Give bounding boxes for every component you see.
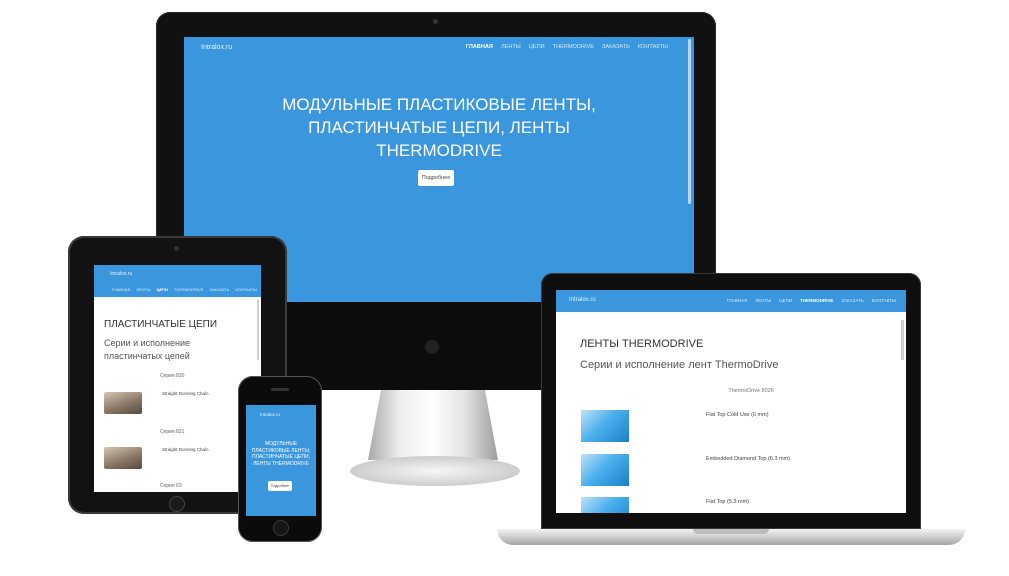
laptop-brand-link[interactable]: Intralox.ru	[569, 297, 596, 303]
tablet-home-button	[169, 496, 185, 512]
tablet-scrollbar[interactable]	[257, 300, 259, 360]
laptop-notch	[693, 529, 769, 534]
laptop-nav-order[interactable]: ЗАКАЗАТЬ	[841, 298, 863, 303]
phone-home-button	[273, 520, 289, 536]
desktop-more-button[interactable]: Подробнее	[418, 170, 454, 186]
desktop-nav-thermodrive[interactable]: THERMODRIVE	[553, 44, 594, 50]
tablet-navbar: ГЛАВНАЯ ЛЕНТЫ ЦЕПИ THERMODRIVE ЗАКАЗАТЬ …	[94, 283, 261, 297]
laptop-page-subtitle: Серии и исполнение лент ThermoDrive	[580, 359, 779, 371]
tablet-chain-name[interactable]: Straight Running Chain	[162, 391, 209, 396]
phone-screen: Intralox.ru МОДУЛЬНЫЕ ПЛАСТИКОВЫЕ ЛЕНТЫ,…	[246, 405, 316, 516]
tablet-brand-link[interactable]: Intralox.ru	[110, 271, 132, 277]
tablet-page-subtitle: Серии и исполнение пластинчатых цепей	[104, 338, 191, 361]
monitor-camera	[433, 19, 438, 24]
tablet-series-label: Серия 63	[160, 483, 182, 489]
laptop-nav-home[interactable]: ГЛАВНАЯ	[727, 298, 748, 303]
laptop-belt-image[interactable]	[581, 454, 629, 486]
desktop-hero-title: МОДУЛЬНЫЕ ПЛАСТИКОВЫЕ ЛЕНТЫ, ПЛАСТИНЧАТЫ…	[244, 93, 634, 162]
hero-line-3: THERMODRIVE	[376, 141, 502, 160]
tablet-nav-contacts[interactable]: КОНТАКТЫ	[235, 287, 257, 292]
tablet-screen: Intralox.ru ГЛАВНАЯ ЛЕНТЫ ЦЕПИ THERMODRI…	[94, 265, 261, 492]
tablet-header: Intralox.ru	[94, 265, 261, 283]
tablet-chain-name[interactable]: Straight Running Chain	[162, 447, 209, 452]
laptop-navbar: Intralox.ru ГЛАВНАЯ ЛЕНТЫ ЦЕПИ THERMODRI…	[556, 290, 906, 312]
tablet-series-label: Серия 820	[160, 373, 185, 379]
desktop-nav-menu: ГЛАВНАЯ ЛЕНТЫ ЦЕПИ THERMODRIVE ЗАКАЗАТЬ …	[466, 44, 668, 50]
laptop-nav-thermodrive[interactable]: THERMODRIVE	[800, 298, 833, 303]
tablet-nav-chains[interactable]: ЦЕПИ	[157, 287, 168, 292]
phone-brand-link[interactable]: Intralox.ru	[260, 412, 280, 417]
phone-hero-title: МОДУЛЬНЫЕ ПЛАСТИКОВЫЕ ЛЕНТЫ, ПЛАСТИНЧАТЫ…	[251, 441, 311, 467]
tablet-camera	[174, 246, 179, 251]
desktop-navbar: Intralox.ru ГЛАВНАЯ ЛЕНТЫ ЦЕПИ THERMODRI…	[184, 37, 694, 59]
laptop-page-title: ЛЕНТЫ THERMODRIVE	[580, 338, 704, 350]
laptop-series-label: ThermoDrive 8026	[728, 388, 774, 394]
hero-line-2: ПЛАСТИНЧАТЫЕ ЦЕПИ, ЛЕНТЫ	[308, 118, 570, 137]
phone-speaker	[271, 388, 289, 391]
tablet-chain-image[interactable]	[104, 392, 142, 414]
desktop-nav-belts[interactable]: ЛЕНТЫ	[501, 44, 521, 50]
phone-more-button[interactable]: Подробнее	[268, 481, 292, 491]
laptop-nav-contacts[interactable]: КОНТАКТЫ	[872, 298, 896, 303]
tablet-nav-home[interactable]: ГЛАВНАЯ	[112, 287, 130, 292]
desktop-scrollbar[interactable]	[688, 39, 691, 204]
desktop-brand-link[interactable]: Intralox.ru	[201, 44, 232, 51]
monitor-stand-base	[350, 456, 520, 486]
apple-logo-icon	[425, 340, 439, 354]
laptop-belt-image[interactable]	[581, 497, 629, 513]
laptop-belt-name[interactable]: Embedded Diamond Top (6.3 mm)	[706, 456, 790, 462]
desktop-nav-contacts[interactable]: КОНТАКТЫ	[638, 44, 668, 50]
laptop-nav-belts[interactable]: ЛЕНТЫ	[755, 298, 771, 303]
tablet-series-label: Серия 821	[160, 429, 185, 435]
tablet-nav-order[interactable]: ЗАКАЗАТЬ	[209, 287, 229, 292]
laptop-belt-name[interactable]: Flat Top Cold Use (6 mm)	[706, 412, 769, 418]
tablet-nav-thermodrive[interactable]: THERMODRIVE	[174, 287, 204, 292]
laptop-scrollbar[interactable]	[901, 320, 904, 360]
laptop-nav-menu: ГЛАВНАЯ ЛЕНТЫ ЦЕПИ THERMODRIVE ЗАКАЗАТЬ …	[727, 298, 896, 303]
monitor-stand	[368, 390, 498, 460]
laptop-nav-chains[interactable]: ЦЕПИ	[779, 298, 792, 303]
desktop-nav-order[interactable]: ЗАКАЗАТЬ	[602, 44, 630, 50]
tablet-nav-belts[interactable]: ЛЕНТЫ	[136, 287, 150, 292]
tablet-nav-menu: ГЛАВНАЯ ЛЕНТЫ ЦЕПИ THERMODRIVE ЗАКАЗАТЬ …	[112, 287, 257, 292]
desktop-nav-home[interactable]: ГЛАВНАЯ	[466, 44, 493, 50]
laptop-belt-name[interactable]: Flat Top (5.3 mm)	[706, 499, 749, 505]
hero-line-1: МОДУЛЬНЫЕ ПЛАСТИКОВЫЕ ЛЕНТЫ,	[282, 95, 596, 114]
laptop-screen: Intralox.ru ГЛАВНАЯ ЛЕНТЫ ЦЕПИ THERMODRI…	[556, 290, 906, 513]
tablet-page-title: ПЛАСТИНЧАТЫЕ ЦЕПИ	[104, 319, 218, 330]
tablet-chain-image[interactable]	[104, 447, 142, 469]
desktop-nav-chains[interactable]: ЦЕПИ	[529, 44, 545, 50]
laptop-belt-image[interactable]	[581, 410, 629, 442]
